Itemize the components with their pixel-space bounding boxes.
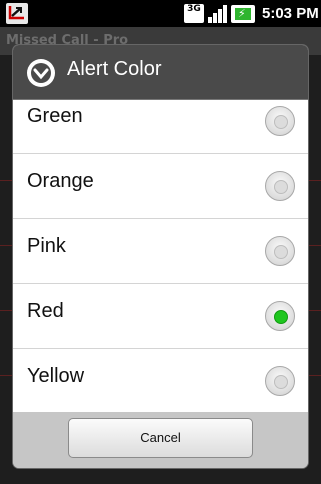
3g-icon: 3G — [184, 4, 204, 23]
radio-button[interactable] — [265, 236, 295, 266]
chevron-down-icon — [27, 59, 55, 87]
radio-button[interactable] — [265, 171, 295, 201]
alert-color-dialog: Alert Color Green Orange Pink Red Yellow… — [13, 45, 308, 468]
radio-button-selected[interactable] — [265, 301, 295, 331]
status-time: 5:03 PM — [262, 5, 319, 22]
cancel-button[interactable]: Cancel — [68, 418, 253, 458]
missed-call-app-icon — [6, 3, 28, 24]
dialog-title: Alert Color — [67, 58, 162, 80]
color-option-pink[interactable]: Pink — [13, 219, 308, 284]
dialog-header: Alert Color — [13, 45, 308, 100]
battery-charging-icon: ⚡ — [231, 5, 255, 23]
option-label: Yellow — [27, 365, 85, 387]
color-option-yellow[interactable]: Yellow — [13, 349, 308, 412]
status-bar: 3G ⚡ 5:03 PM — [0, 0, 321, 27]
signal-icon — [208, 5, 227, 23]
color-option-red[interactable]: Red — [13, 284, 308, 349]
color-option-list: Green Orange Pink Red Yellow — [13, 100, 308, 412]
option-label: Green — [27, 105, 83, 127]
radio-button[interactable] — [265, 366, 295, 396]
radio-button[interactable] — [265, 106, 295, 136]
color-option-green[interactable]: Green — [13, 100, 308, 154]
color-option-orange[interactable]: Orange — [13, 154, 308, 219]
option-label: Orange — [27, 170, 94, 192]
dialog-footer: Cancel — [13, 412, 308, 468]
option-label: Pink — [27, 235, 66, 257]
option-label: Red — [27, 300, 64, 322]
